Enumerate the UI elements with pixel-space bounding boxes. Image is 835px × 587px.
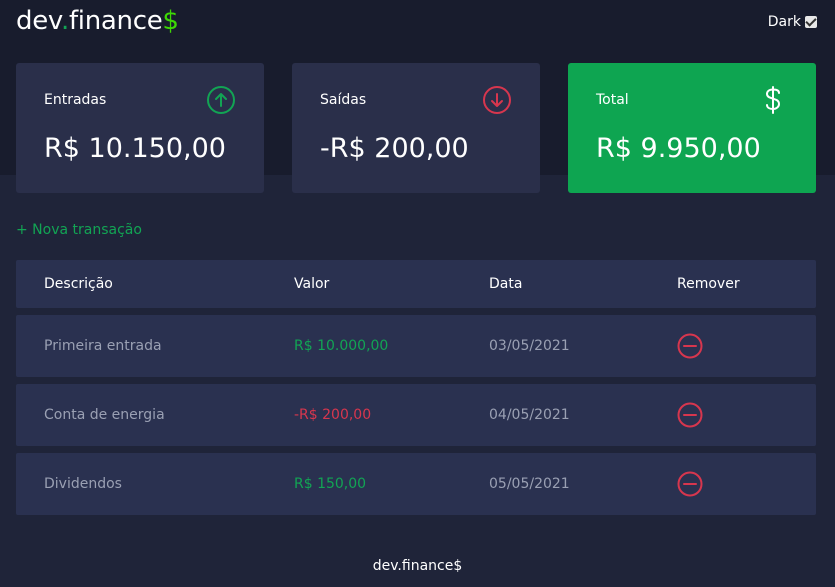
- column-header-remove: Remover: [677, 276, 740, 292]
- row-date: 04/05/2021: [489, 407, 570, 423]
- expense-card: Saídas -R$ 200,00: [292, 63, 540, 193]
- dark-mode-checkbox[interactable]: [805, 16, 817, 28]
- total-card-value: R$ 9.950,00: [596, 133, 761, 164]
- expense-card-title: Saídas: [320, 92, 367, 108]
- minus-circle-icon[interactable]: [677, 333, 703, 359]
- row-description: Conta de energia: [44, 407, 165, 423]
- column-header-amount: Valor: [294, 276, 330, 292]
- income-card-title: Entradas: [44, 92, 107, 108]
- dollar-icon: [766, 86, 780, 114]
- income-card-value: R$ 10.150,00: [44, 133, 226, 164]
- transactions-table: Descrição Valor Data Remover Primeira en…: [16, 260, 816, 515]
- row-date: 05/05/2021: [489, 476, 570, 492]
- dark-mode-toggle[interactable]: Dark: [768, 14, 817, 30]
- remove-button[interactable]: [677, 402, 703, 428]
- total-card-title: Total: [596, 92, 629, 108]
- row-description: Dividendos: [44, 476, 122, 492]
- table-row: Dividendos R$ 150,00 05/05/2021: [16, 453, 816, 515]
- minus-circle-icon[interactable]: [677, 471, 703, 497]
- row-amount: R$ 10.000,00: [294, 338, 389, 354]
- row-amount: -R$ 200,00: [294, 407, 372, 423]
- column-header-date: Data: [489, 276, 523, 292]
- minus-circle-icon[interactable]: [677, 402, 703, 428]
- expense-card-value: -R$ 200,00: [320, 133, 469, 164]
- footer-text: dev.finance$: [372, 558, 463, 574]
- table-header: Descrição Valor Data Remover: [16, 260, 816, 308]
- new-transaction-link[interactable]: + Nova transação: [16, 222, 142, 238]
- table-row: Primeira entrada R$ 10.000,00 03/05/2021: [16, 315, 816, 377]
- app-logo: dev.finance$: [16, 6, 179, 36]
- arrow-up-circle-icon: [207, 86, 235, 114]
- remove-button[interactable]: [677, 471, 703, 497]
- dark-mode-label: Dark: [767, 14, 801, 30]
- row-date: 03/05/2021: [489, 338, 570, 354]
- row-amount: R$ 150,00: [294, 476, 367, 492]
- row-description: Primeira entrada: [44, 338, 162, 354]
- income-card: Entradas R$ 10.150,00: [16, 63, 264, 193]
- remove-button[interactable]: [677, 333, 703, 359]
- arrow-down-circle-icon: [483, 86, 511, 114]
- column-header-description: Descrição: [44, 276, 113, 292]
- total-card: Total R$ 9.950,00: [568, 63, 816, 193]
- table-row: Conta de energia -R$ 200,00 04/05/2021: [16, 384, 816, 446]
